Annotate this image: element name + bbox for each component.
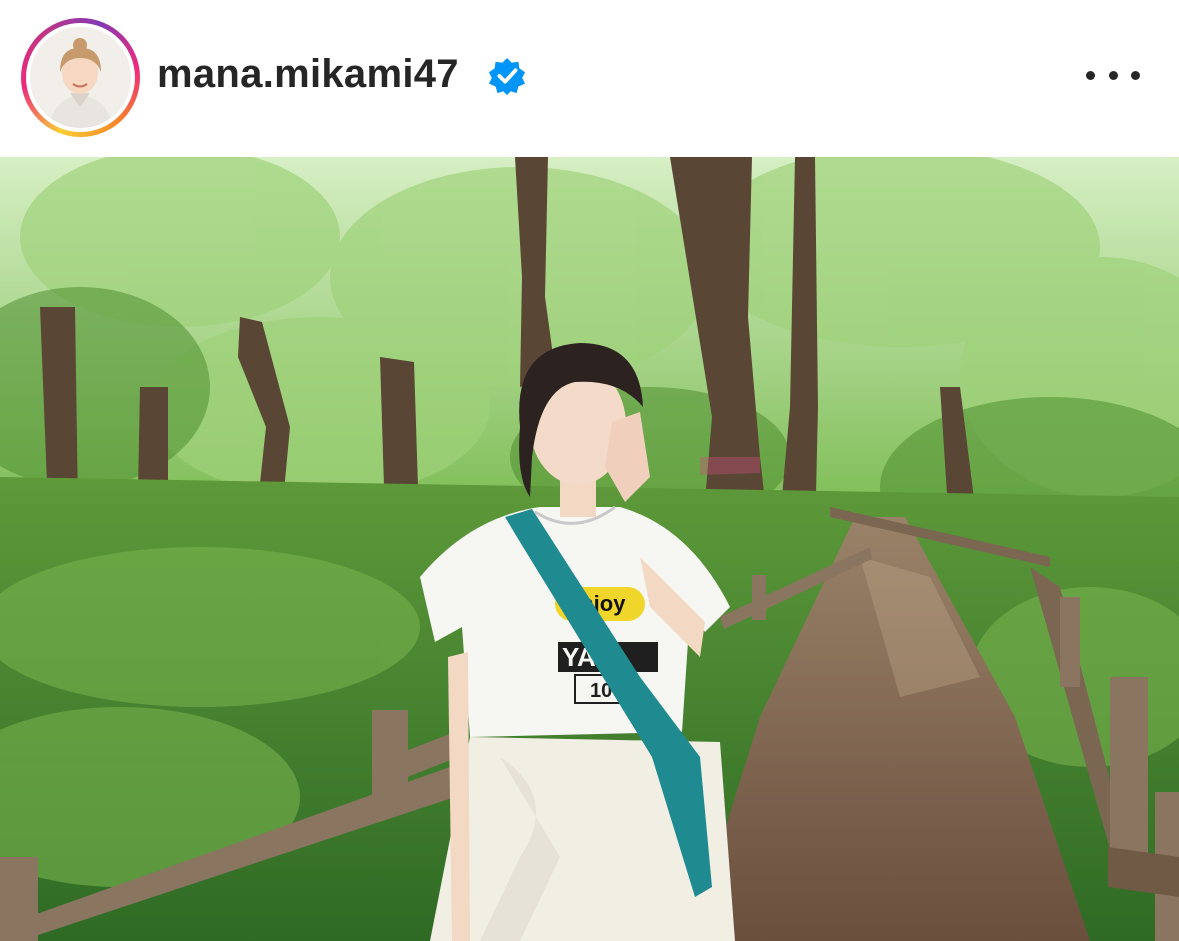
more-dot-icon xyxy=(1131,70,1140,80)
more-dot-icon xyxy=(1108,70,1118,80)
more-options-button[interactable] xyxy=(1086,56,1140,94)
forest-path-photo: enjoy YA 100 xyxy=(0,157,1179,941)
verified-badge-icon xyxy=(488,57,526,95)
avatar-story-ring[interactable] xyxy=(21,18,140,137)
avatar-portrait xyxy=(30,27,131,128)
post-header: mana.mikami47 xyxy=(0,0,1179,157)
username-link[interactable]: mana.mikami47 xyxy=(157,52,459,97)
avatar[interactable] xyxy=(30,27,131,128)
post-photo[interactable]: enjoy YA 100 xyxy=(0,157,1179,941)
avatar-border xyxy=(26,23,135,132)
more-dot-icon xyxy=(1086,70,1095,80)
